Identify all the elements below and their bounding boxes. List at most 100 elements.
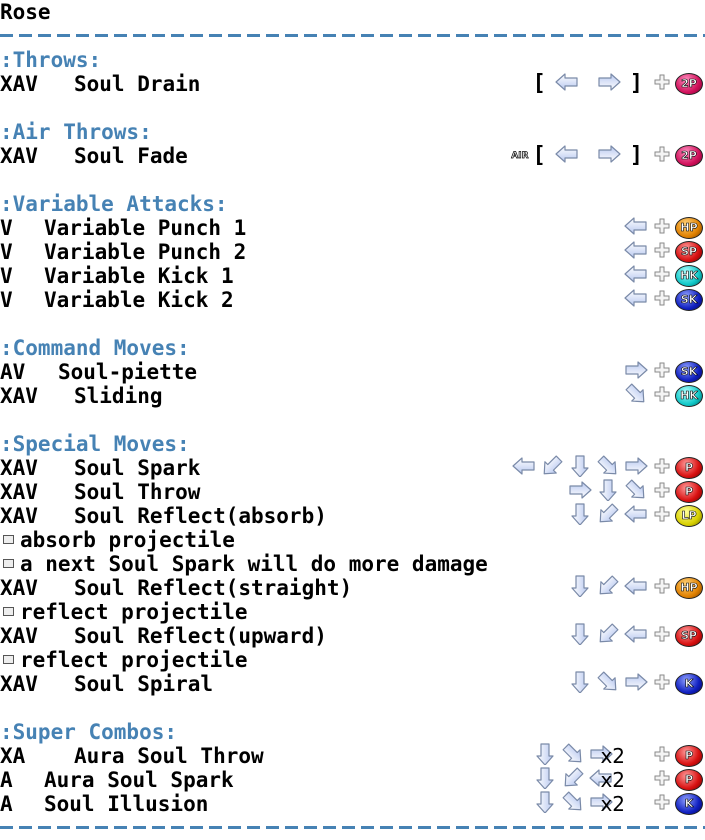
move-name: Soul Throw: [74, 480, 201, 504]
arrow-down-icon: [532, 790, 558, 818]
section-header-air-throws: :Air Throws:: [0, 120, 152, 144]
move-input: HK: [623, 383, 703, 410]
arrow-down-icon: [567, 574, 593, 602]
plus-icon: [651, 360, 673, 384]
plus-icon: [651, 768, 673, 792]
move-input: LP: [567, 502, 703, 530]
move-row: XAV Soul Drain [] 2P: [0, 72, 705, 96]
move-name: Variable Kick 2: [44, 288, 234, 312]
move-name: Soul Reflect(straight): [74, 576, 353, 600]
repeat-count: x2: [600, 744, 625, 768]
air-icon: AIR: [511, 151, 529, 162]
move-note: reflect projectile: [0, 648, 705, 672]
move-row: XAV Soul Reflect(absorb) LP: [0, 502, 705, 530]
arrow-down-forward-icon: [623, 479, 649, 506]
character-name: Rose: [0, 0, 51, 24]
arrow-forward-icon: [623, 455, 649, 482]
note-text: absorb projectile: [20, 528, 235, 552]
button-k-icon: K: [675, 673, 703, 695]
arrow-down-icon: [532, 742, 558, 770]
repeat-count: x2: [600, 768, 625, 792]
move-row: XAV Soul Reflect(upward) SP: [0, 622, 705, 650]
section-header-special: :Special Moves:: [0, 432, 190, 456]
arrow-back-or-icon: [554, 143, 580, 170]
button-hp-icon: HP: [675, 577, 703, 599]
move-version: V: [0, 216, 13, 240]
button-sk-icon: SK: [675, 289, 703, 311]
plus-icon: [651, 480, 673, 504]
arrow-forward-icon: [596, 143, 622, 170]
move-row: V Variable Kick 1 HK: [0, 264, 705, 288]
move-version: V: [0, 240, 13, 264]
move-name: Soul Fade: [74, 144, 188, 168]
arrow-down-forward-icon: [623, 383, 649, 410]
arrow-back-or-icon: [554, 71, 580, 98]
button-hk-icon: HK: [675, 385, 703, 407]
plus-icon: [651, 624, 673, 648]
move-note: absorb projectile: [0, 528, 705, 552]
move-input: x2 P: [532, 766, 703, 794]
separator-top: [0, 34, 705, 37]
arrow-down-back-icon: [539, 455, 565, 482]
plus-icon: [651, 288, 673, 312]
bracket-close: ]: [629, 71, 643, 96]
move-row: V Variable Punch 1 HP: [0, 216, 705, 240]
arrow-down-back-icon: [560, 767, 586, 794]
arrow-back-icon: [623, 503, 649, 530]
plus-icon: [651, 72, 673, 96]
move-input: x2 K: [532, 790, 703, 818]
move-version: XAV: [0, 384, 38, 408]
move-version: XAV: [0, 672, 38, 696]
button-p-icon: P: [675, 769, 703, 791]
move-input: SK: [623, 360, 703, 384]
move-name: Soul Spark: [74, 456, 201, 480]
move-row: XAV Soul Spiral K: [0, 670, 705, 696]
move-name: Sliding: [74, 384, 163, 408]
move-name: Variable Punch 2: [44, 240, 247, 264]
move-note: reflect projectile: [0, 600, 705, 624]
arrow-down-forward-icon: [560, 743, 586, 770]
move-version: A: [0, 792, 13, 816]
move-row: A Aura Soul Spark x2 P: [0, 766, 705, 794]
move-row: XAV Soul Throw P: [0, 478, 705, 506]
plus-icon: [651, 216, 673, 240]
move-name: Soul Drain: [74, 72, 201, 96]
plus-icon: [651, 576, 673, 600]
move-input: AIR[] 2P: [511, 144, 703, 168]
arrow-down-icon: [567, 454, 593, 482]
move-input: x2 P: [532, 742, 703, 770]
plus-icon: [651, 672, 673, 696]
arrow-down-forward-icon: [595, 455, 621, 482]
button-hk-icon: HK: [675, 265, 703, 287]
move-version: XAV: [0, 504, 38, 528]
move-input: P: [511, 454, 703, 482]
arrow-down-icon: [567, 502, 593, 530]
button-2p-icon: 2P: [675, 73, 703, 95]
move-name: Variable Punch 1: [44, 216, 247, 240]
bracket-open: [: [532, 71, 546, 96]
move-version: XAV: [0, 624, 38, 648]
arrow-back-icon: [623, 575, 649, 602]
button-p-icon: P: [675, 481, 703, 503]
button-p-icon: P: [675, 745, 703, 767]
arrow-down-forward-icon: [560, 791, 586, 818]
move-input: SP: [567, 622, 703, 650]
arrow-back-icon: [623, 623, 649, 650]
move-version: XA: [0, 744, 26, 768]
move-row: XA Aura Soul Throw x2 P: [0, 742, 705, 770]
plus-icon: [651, 384, 673, 408]
bracket-close: ]: [629, 143, 643, 168]
plus-icon: [651, 456, 673, 480]
arrow-down-icon: [532, 766, 558, 794]
move-row: V Variable Punch 2 SP: [0, 240, 705, 264]
section-header-command: :Command Moves:: [0, 336, 190, 360]
repeat-count: x2: [600, 792, 625, 816]
section-header-super: :Super Combos:: [0, 720, 178, 744]
note-text: a next Soul Spark will do more damage: [20, 552, 488, 576]
move-name: Soul Reflect(absorb): [74, 504, 327, 528]
arrow-down-back-icon: [595, 623, 621, 650]
plus-icon: [651, 792, 673, 816]
note-text: reflect projectile: [20, 600, 248, 624]
move-row: XAV Soul Spark P: [0, 454, 705, 482]
move-name: Aura Soul Throw: [74, 744, 264, 768]
